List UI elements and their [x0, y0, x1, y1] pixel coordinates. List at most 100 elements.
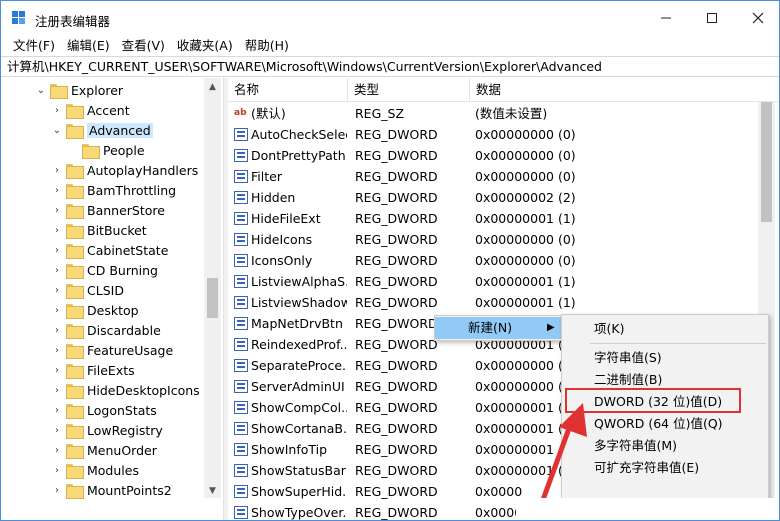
chevron-right-icon[interactable]: › [51, 205, 63, 216]
maximize-button[interactable] [689, 1, 735, 35]
menu-edit[interactable]: 编辑(E) [61, 35, 116, 56]
folder-icon [66, 243, 84, 259]
tree-item[interactable]: › Accent [51, 100, 130, 120]
tree-item[interactable]: › BannerStore [51, 200, 165, 220]
tree-item[interactable]: › BamThrottling [51, 180, 176, 200]
tree-item[interactable]: › FileExts [51, 360, 135, 380]
tree-item[interactable]: › CD Burning [51, 260, 158, 280]
chevron-right-icon[interactable]: › [51, 325, 63, 336]
chevron-right-icon[interactable]: › [51, 385, 63, 396]
binary-value-icon [234, 443, 248, 456]
tree-item[interactable]: › Desktop [51, 300, 139, 320]
cell-name: Filter [251, 169, 282, 184]
tree-item-label: CLSID [87, 282, 124, 298]
registry-editor-window: 注册表编辑器 文件(F) 编辑(E) 查看(V) 收藏夹(A) 帮助(H) 计算… [0, 0, 780, 521]
cell-data: 0x00000002 (2) [475, 190, 576, 205]
chevron-right-icon[interactable]: › [51, 165, 63, 176]
folder-icon [50, 83, 68, 99]
list-row[interactable]: Hidden REG_DWORD 0x00000002 (2) [228, 187, 779, 208]
submenu-item[interactable]: QWORD (64 位)值(Q) [594, 413, 723, 435]
chevron-right-icon[interactable]: › [51, 465, 63, 476]
cell-name: ShowCompCol... [251, 400, 347, 415]
binary-value-icon [234, 359, 248, 372]
chevron-right-icon[interactable]: › [51, 345, 63, 356]
cell-type: REG_DWORD [355, 400, 438, 415]
tree-item[interactable]: › HideDesktopIcons [51, 380, 200, 400]
tree-item[interactable]: › MountPoints2 [51, 480, 172, 500]
tree-item-label: LogonStats [87, 402, 157, 418]
tree-item-label: Advanced [87, 122, 153, 138]
chevron-right-icon[interactable]: › [51, 185, 63, 196]
list-row[interactable]: Filter REG_DWORD 0x00000000 (0) [228, 166, 779, 187]
chevron-right-icon[interactable]: › [51, 305, 63, 316]
tree-item[interactable]: ⌄ Advanced [51, 120, 153, 140]
list-row[interactable]: ListviewAlphaS... REG_DWORD 0x00000001 (1) [228, 271, 779, 292]
close-button[interactable] [735, 1, 779, 35]
chevron-down-icon[interactable]: ⌄ [35, 85, 47, 96]
list-row[interactable]: DontPrettyPath REG_DWORD 0x00000000 (0) [228, 145, 779, 166]
list-row[interactable]: ab (默认) REG_SZ (数值未设置) [228, 103, 779, 124]
chevron-down-icon[interactable]: ⌄ [51, 125, 63, 136]
cell-name: ShowStatusBar [251, 463, 346, 478]
list-row[interactable]: IconsOnly REG_DWORD 0x00000000 (0) [228, 250, 779, 271]
context-menu-new[interactable]: 新建(N) ▶ [435, 317, 561, 339]
title-bar: 注册表编辑器 [1, 1, 779, 35]
list-scrollbar-thumb[interactable] [761, 102, 772, 222]
minimize-button[interactable] [643, 1, 689, 35]
submenu-item[interactable]: 可扩充字符串值(E) [594, 457, 699, 479]
chevron-right-icon[interactable]: › [51, 405, 63, 416]
list-row[interactable]: ListviewShadow REG_DWORD 0x00000001 (1) [228, 292, 779, 313]
menu-favorites[interactable]: 收藏夹(A) [171, 35, 239, 56]
column-data-header[interactable]: 数据 [470, 78, 779, 102]
chevron-right-icon[interactable]: › [51, 285, 63, 296]
chevron-right-icon[interactable]: › [51, 245, 63, 256]
chevron-right-icon[interactable]: › [51, 105, 63, 116]
column-name-header[interactable]: 名称 [228, 78, 348, 102]
cell-type: REG_SZ [355, 106, 405, 121]
tree-item[interactable]: › LowRegistry [51, 420, 163, 440]
address-bar[interactable]: 计算机\HKEY_CURRENT_USER\SOFTWARE\Microsoft… [1, 56, 779, 77]
tree-scrollbar[interactable] [204, 78, 221, 498]
list-row[interactable]: HideIcons REG_DWORD 0x00000000 (0) [228, 229, 779, 250]
submenu-item[interactable]: 项(K) [594, 318, 624, 340]
tree-item[interactable]: › AutoplayHandlers [51, 160, 198, 180]
registry-tree: ⌄ Explorer › Accent ⌄ Advanced People › Autoplay… [1, 78, 223, 520]
tree-item[interactable]: › MenuOrder [51, 440, 157, 460]
menu-help[interactable]: 帮助(H) [239, 35, 295, 56]
tree-item-label: People [103, 142, 145, 158]
tree-item[interactable]: People [67, 140, 145, 160]
tree-item[interactable]: › Modules [51, 460, 139, 480]
menu-view[interactable]: 查看(V) [116, 35, 171, 56]
chevron-right-icon[interactable]: › [51, 425, 63, 436]
folder-icon [66, 263, 84, 279]
chevron-right-icon[interactable]: › [51, 485, 63, 496]
cell-name: IconsOnly [251, 253, 313, 268]
submenu-item[interactable]: 字符串值(S) [594, 347, 662, 369]
chevron-right-icon[interactable]: › [51, 365, 63, 376]
cell-type: REG_DWORD [355, 379, 438, 394]
tree-item[interactable]: ⌄ Explorer [35, 80, 123, 100]
tree-item-label: Accent [87, 102, 130, 118]
tree-item[interactable]: › BitBucket [51, 220, 147, 240]
tree-item[interactable]: › LogonStats [51, 400, 157, 420]
column-type-header[interactable]: 类型 [348, 78, 470, 102]
chevron-right-icon[interactable]: › [51, 445, 63, 456]
tree-scrollbar-thumb[interactable] [207, 278, 218, 318]
tree-item[interactable]: › CabinetState [51, 240, 168, 260]
tree-item[interactable]: › FeatureUsage [51, 340, 173, 360]
tree-scroll-up-icon[interactable]: ▲ [204, 80, 221, 94]
chevron-right-icon[interactable]: › [51, 265, 63, 276]
cell-name: ListviewShadow [251, 295, 347, 310]
chevron-right-icon[interactable]: › [51, 225, 63, 236]
tree-item-label: Explorer [71, 82, 124, 98]
menu-file[interactable]: 文件(F) [7, 35, 61, 56]
submenu-item[interactable]: 多字符串值(M) [594, 435, 677, 457]
tree-item[interactable]: › CLSID [51, 280, 124, 300]
list-row[interactable]: HideFileExt REG_DWORD 0x00000001 (1) [228, 208, 779, 229]
list-row[interactable]: AutoCheckSelect REG_DWORD 0x00000000 (0) [228, 124, 779, 145]
binary-value-icon [234, 422, 248, 435]
cell-type: REG_DWORD [355, 421, 438, 436]
tree-item[interactable]: › Discardable [51, 320, 161, 340]
tree-scroll-down-icon[interactable]: ▼ [204, 484, 221, 498]
cell-name: ShowTypeOver... [251, 505, 347, 520]
